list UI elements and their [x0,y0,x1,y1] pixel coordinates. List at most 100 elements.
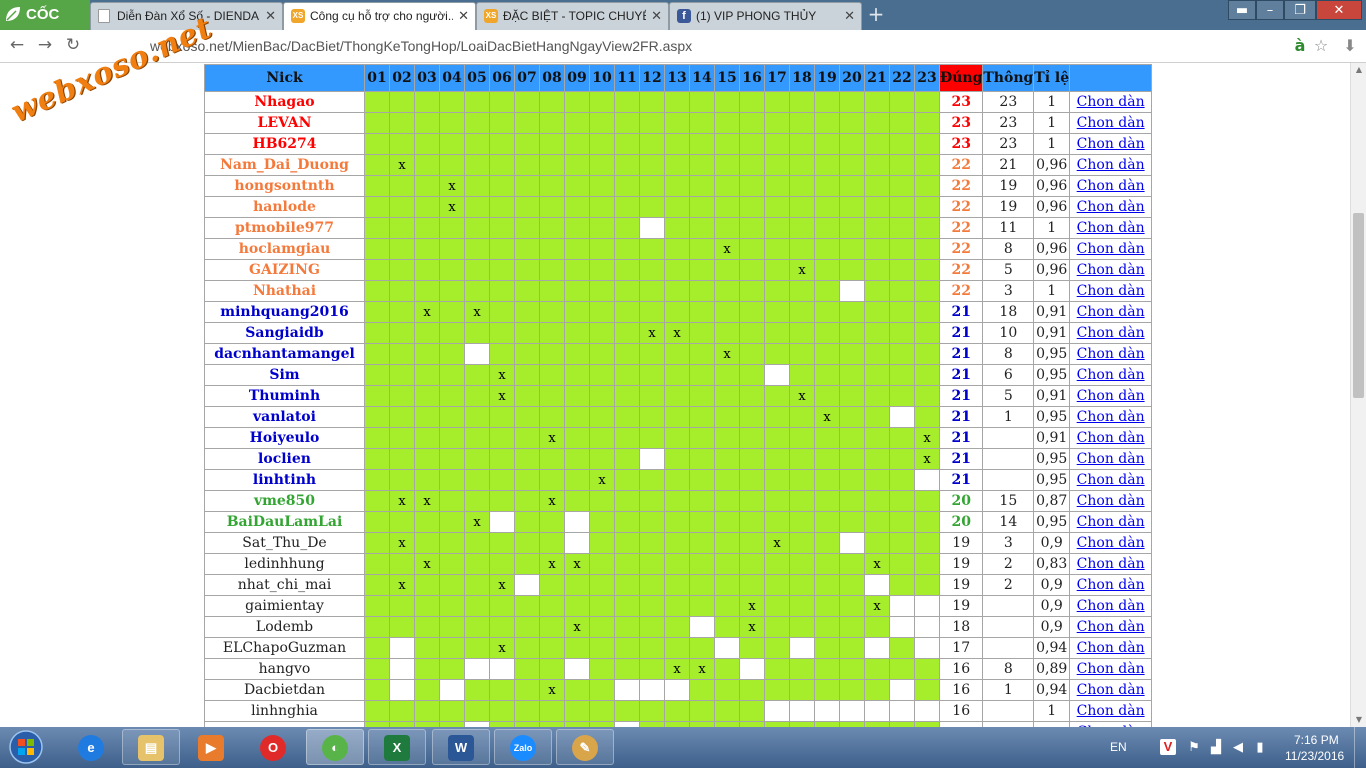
day-cell-07 [514,532,540,554]
day-cell-01 [364,364,390,386]
chon-dan-link[interactable]: Chon dàn [1077,430,1145,446]
chon-dan-link[interactable]: Chon dàn [1077,493,1145,509]
taskbar-paint[interactable]: ✎ [556,729,614,765]
tab-cong-cu[interactable]: XS Công cụ hỗ trợ cho người... ✕ [283,2,476,30]
reload-button[interactable]: ↻ [62,34,84,56]
dung-cell: 16 [938,658,984,680]
taskbar-media[interactable]: ▶ [182,729,240,765]
tile-cell: 0,95 [1033,469,1071,491]
windows-start-icon[interactable] [6,729,46,765]
chon-dan-link[interactable]: Chon dàn [1077,115,1145,131]
chon-dan-link[interactable]: Chon dàn [1077,241,1145,257]
chon-dan-link[interactable]: Chon dàn [1077,598,1145,614]
action-cell: Chon dàn [1069,343,1153,365]
chon-dan-link[interactable]: Chon dàn [1077,514,1145,530]
close-window-button[interactable]: ✕ [1316,0,1362,20]
day-cell-11 [614,175,640,197]
wifi-icon[interactable]: ▟ [1208,739,1224,755]
taskbar-word[interactable]: W [432,729,490,765]
scroll-down-icon[interactable]: ▼ [1351,713,1366,727]
chon-dan-link[interactable]: Chon dàn [1077,136,1145,152]
chon-dan-link[interactable]: Chon dàn [1077,535,1145,551]
scroll-up-icon[interactable]: ▲ [1351,63,1366,77]
day-cell-02 [389,448,415,470]
day-cell-02 [389,553,415,575]
nick-cell: ELChapoGuzman [204,637,365,659]
chon-dan-link[interactable]: Chon dàn [1077,283,1145,299]
taskbar-zalo[interactable]: Zalo [494,729,552,765]
chon-dan-link[interactable]: Chon dàn [1077,388,1145,404]
close-icon[interactable]: ✕ [651,3,662,29]
chon-dan-link[interactable]: Chon dàn [1077,556,1145,572]
header-day-18: 18 [789,64,815,92]
day-cell-10 [589,511,615,533]
language-indicator[interactable]: EN [1110,740,1127,754]
back-button[interactable]: ← [6,34,28,56]
star-icon[interactable]: ☆ [1311,35,1331,57]
chon-dan-link[interactable]: Chon dàn [1077,472,1145,488]
taskbar-opera[interactable]: O [244,729,302,765]
chon-dan-link[interactable]: Chon dàn [1077,262,1145,278]
taskbar-excel[interactable]: X [368,729,426,765]
day-cell-09 [564,532,590,554]
chon-dan-link[interactable]: Chon dàn [1077,346,1145,362]
chon-dan-link[interactable]: Chon dàn [1077,640,1145,656]
dung-cell: 19 [938,595,984,617]
clock-date[interactable]: 11/23/2016 [1285,749,1344,763]
chon-dan-link[interactable]: Chon dàn [1077,577,1145,593]
chon-dan-link[interactable]: Chon dàn [1077,94,1145,110]
day-cell-13 [664,553,690,575]
taskbar-ie[interactable]: e [62,729,120,765]
tab-vip-phong-thuy[interactable]: f (1) VIP PHONG THỦY ✕ [669,2,862,30]
translate-icon[interactable]: à [1290,35,1310,57]
download-icon[interactable]: ⬇ [1340,35,1360,57]
chon-dan-link[interactable]: Chon dàn [1077,178,1145,194]
chon-dan-link[interactable]: Chon dàn [1077,682,1145,698]
day-cell-16 [739,700,765,722]
header-day-03: 03 [414,64,440,92]
chon-dan-link[interactable]: Chon dàn [1077,409,1145,425]
chon-dan-link[interactable]: Chon dàn [1077,619,1145,635]
menu-button[interactable]: ▬ [1228,0,1256,20]
day-cell-20 [839,511,865,533]
chon-dan-link[interactable]: Chon dàn [1077,367,1145,383]
thong-cell [982,700,1035,722]
day-cell-17 [764,553,790,575]
day-cell-11 [614,679,640,701]
address-bar[interactable]: webxoso.net/MienBac/DacBiet/ThongKeTongH… [150,38,692,54]
coccoc-logo[interactable]: CỐC CỐC [0,0,90,53]
taskbar-coccoc[interactable]: ◐ [306,729,364,765]
close-icon[interactable]: ✕ [844,3,855,29]
minimize-button[interactable]: – [1256,0,1284,20]
battery-icon[interactable]: ▮ [1252,739,1268,755]
day-cell-19 [814,196,840,218]
maximize-button[interactable]: ❐ [1284,0,1316,20]
day-cell-09 [564,175,590,197]
chon-dan-link[interactable]: Chon dàn [1077,451,1145,467]
taskbar-explorer[interactable]: ▤ [122,729,180,765]
unikey-icon[interactable]: V [1160,739,1176,755]
volume-icon[interactable]: ◀ [1230,739,1246,755]
day-cell-05 [464,322,490,344]
day-cell-09 [564,322,590,344]
chon-dan-link[interactable]: Chon dàn [1077,199,1145,215]
dung-cell: 21 [938,406,984,428]
clock-time[interactable]: 7:16 PM [1294,733,1339,747]
close-icon[interactable]: ✕ [265,3,276,29]
tab-dac-biet[interactable]: XS ĐẶC BIỆT - TOPIC CHUYÊN... ✕ [476,2,669,30]
table-row: gaimientay x x 19 0,9 Chon dàn [204,595,1153,617]
network-flag-icon[interactable]: ⚑ [1186,739,1202,755]
new-tab-button[interactable]: + [864,4,888,24]
chon-dan-link[interactable]: Chon dàn [1077,220,1145,236]
chon-dan-link[interactable]: Chon dàn [1077,325,1145,341]
scrollbar-thumb[interactable] [1353,213,1364,398]
chon-dan-link[interactable]: Chon dàn [1077,661,1145,677]
close-icon[interactable]: ✕ [458,3,469,29]
forward-button[interactable]: → [34,34,56,56]
day-cell-02 [389,658,415,680]
chon-dan-link[interactable]: Chon dàn [1077,703,1145,719]
page-scrollbar[interactable]: ▲ ▼ [1350,63,1366,727]
show-desktop-button[interactable] [1354,727,1366,768]
chon-dan-link[interactable]: Chon dàn [1077,157,1145,173]
chon-dan-link[interactable]: Chon dàn [1077,304,1145,320]
